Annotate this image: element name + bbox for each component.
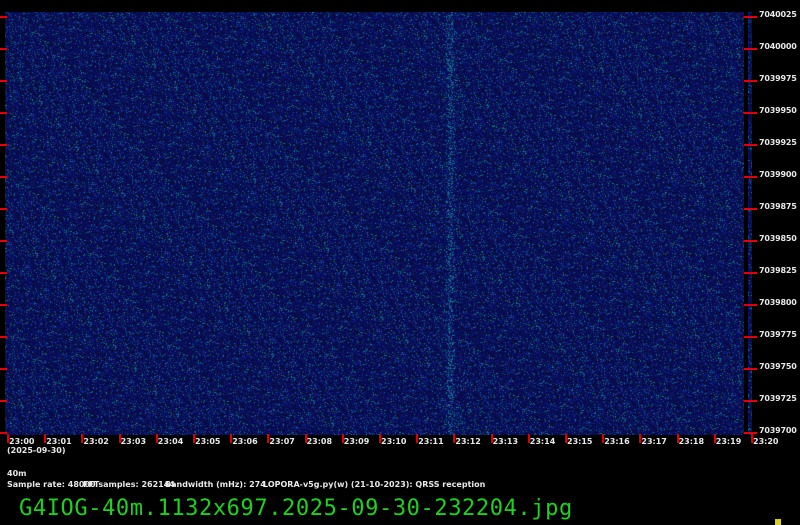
x-tick-label: 23:13 bbox=[492, 437, 519, 446]
y-tick-left bbox=[0, 272, 7, 274]
x-tick-label: 23:04 bbox=[157, 437, 184, 446]
y-tick-right bbox=[744, 80, 757, 82]
y-tick-left bbox=[0, 80, 7, 82]
filename-title: G4IOG-40m.1132x697.2025-09-30-232204.jpg bbox=[19, 496, 573, 521]
y-tick-left bbox=[0, 144, 7, 146]
x-tick-label: 23:20 bbox=[753, 437, 779, 446]
y-tick-label: 7039875 bbox=[759, 202, 797, 211]
x-tick-label: 23:18 bbox=[678, 437, 705, 446]
y-tick-left bbox=[0, 176, 7, 178]
y-tick-left bbox=[0, 304, 7, 306]
spectrogram-waterfall bbox=[5, 12, 744, 435]
y-tick-label: 7039775 bbox=[759, 330, 797, 339]
y-tick-left bbox=[0, 240, 7, 242]
x-tick-label: 23:14 bbox=[529, 437, 556, 446]
y-tick-right bbox=[744, 240, 757, 242]
y-tick-right bbox=[744, 208, 757, 210]
y-tick-right bbox=[744, 112, 757, 114]
y-tick-label: 7039825 bbox=[759, 266, 797, 275]
y-tick-right bbox=[744, 368, 757, 370]
y-tick-label: 7039925 bbox=[759, 138, 797, 147]
x-tick-label: 23:08 bbox=[306, 437, 333, 446]
x-tick-label: 23:09 bbox=[343, 437, 370, 446]
software-label: LOPORA-v5g.py(w) (21-10-2023): QRSS rece… bbox=[263, 480, 486, 489]
y-tick-right bbox=[744, 48, 757, 50]
x-tick-label: 23:16 bbox=[604, 437, 630, 446]
x-tick-label: 23:05 bbox=[195, 437, 221, 446]
y-tick-right bbox=[744, 336, 757, 338]
y-tick-left bbox=[0, 368, 7, 370]
bandwidth-label: Bandwidth (mHz): 274 bbox=[165, 480, 266, 489]
x-tick-label: 23:15 bbox=[567, 437, 593, 446]
y-tick-right bbox=[744, 304, 757, 306]
y-tick-label: 7039975 bbox=[759, 74, 797, 83]
y-tick-right bbox=[744, 16, 757, 18]
x-tick-label: 23:06 bbox=[232, 437, 258, 446]
y-tick-left bbox=[0, 208, 7, 210]
x-tick-label: 23:11 bbox=[418, 437, 444, 446]
y-tick-right bbox=[744, 144, 757, 146]
y-tick-label: 7039800 bbox=[759, 298, 797, 307]
x-tick-label: 23:03 bbox=[120, 437, 147, 446]
x-tick-label: 23:12 bbox=[455, 437, 481, 446]
y-tick-label: 7039950 bbox=[759, 106, 797, 115]
y-tick-label: 7040025 bbox=[759, 10, 797, 19]
y-tick-right bbox=[744, 400, 757, 402]
y-tick-label: 7039850 bbox=[759, 234, 797, 243]
x-tick-label: 23:10 bbox=[381, 437, 407, 446]
band-label: 40m bbox=[7, 469, 27, 478]
y-tick-label: 7039700 bbox=[759, 426, 797, 435]
y-tick-label: 7039900 bbox=[759, 170, 797, 179]
x-tick-label: 23:17 bbox=[641, 437, 667, 446]
y-tick-left bbox=[0, 112, 7, 114]
y-tick-right bbox=[744, 272, 757, 274]
y-tick-label: 7039750 bbox=[759, 362, 797, 371]
x-tick-label: 23:07 bbox=[269, 437, 295, 446]
spectrogram-side-strip bbox=[748, 12, 752, 435]
y-tick-left bbox=[0, 400, 7, 402]
x-tick-label: 23:00 bbox=[9, 437, 35, 446]
y-tick-left bbox=[0, 336, 7, 338]
x-tick-label: 23:01 bbox=[46, 437, 72, 446]
y-tick-left bbox=[0, 16, 7, 18]
y-tick-left bbox=[0, 432, 7, 434]
fft-samples-label: FFTsamples: 262144 bbox=[83, 480, 175, 489]
x-tick-label: 23:19 bbox=[715, 437, 742, 446]
y-tick-left bbox=[0, 48, 7, 50]
y-tick-label: 7039725 bbox=[759, 394, 797, 403]
x-tick-label: 23:02 bbox=[83, 437, 109, 446]
y-tick-label: 7040000 bbox=[759, 42, 797, 51]
date-label: (2025-09-30) bbox=[7, 446, 66, 455]
y-tick-right bbox=[744, 176, 757, 178]
yellow-marker bbox=[775, 519, 781, 525]
